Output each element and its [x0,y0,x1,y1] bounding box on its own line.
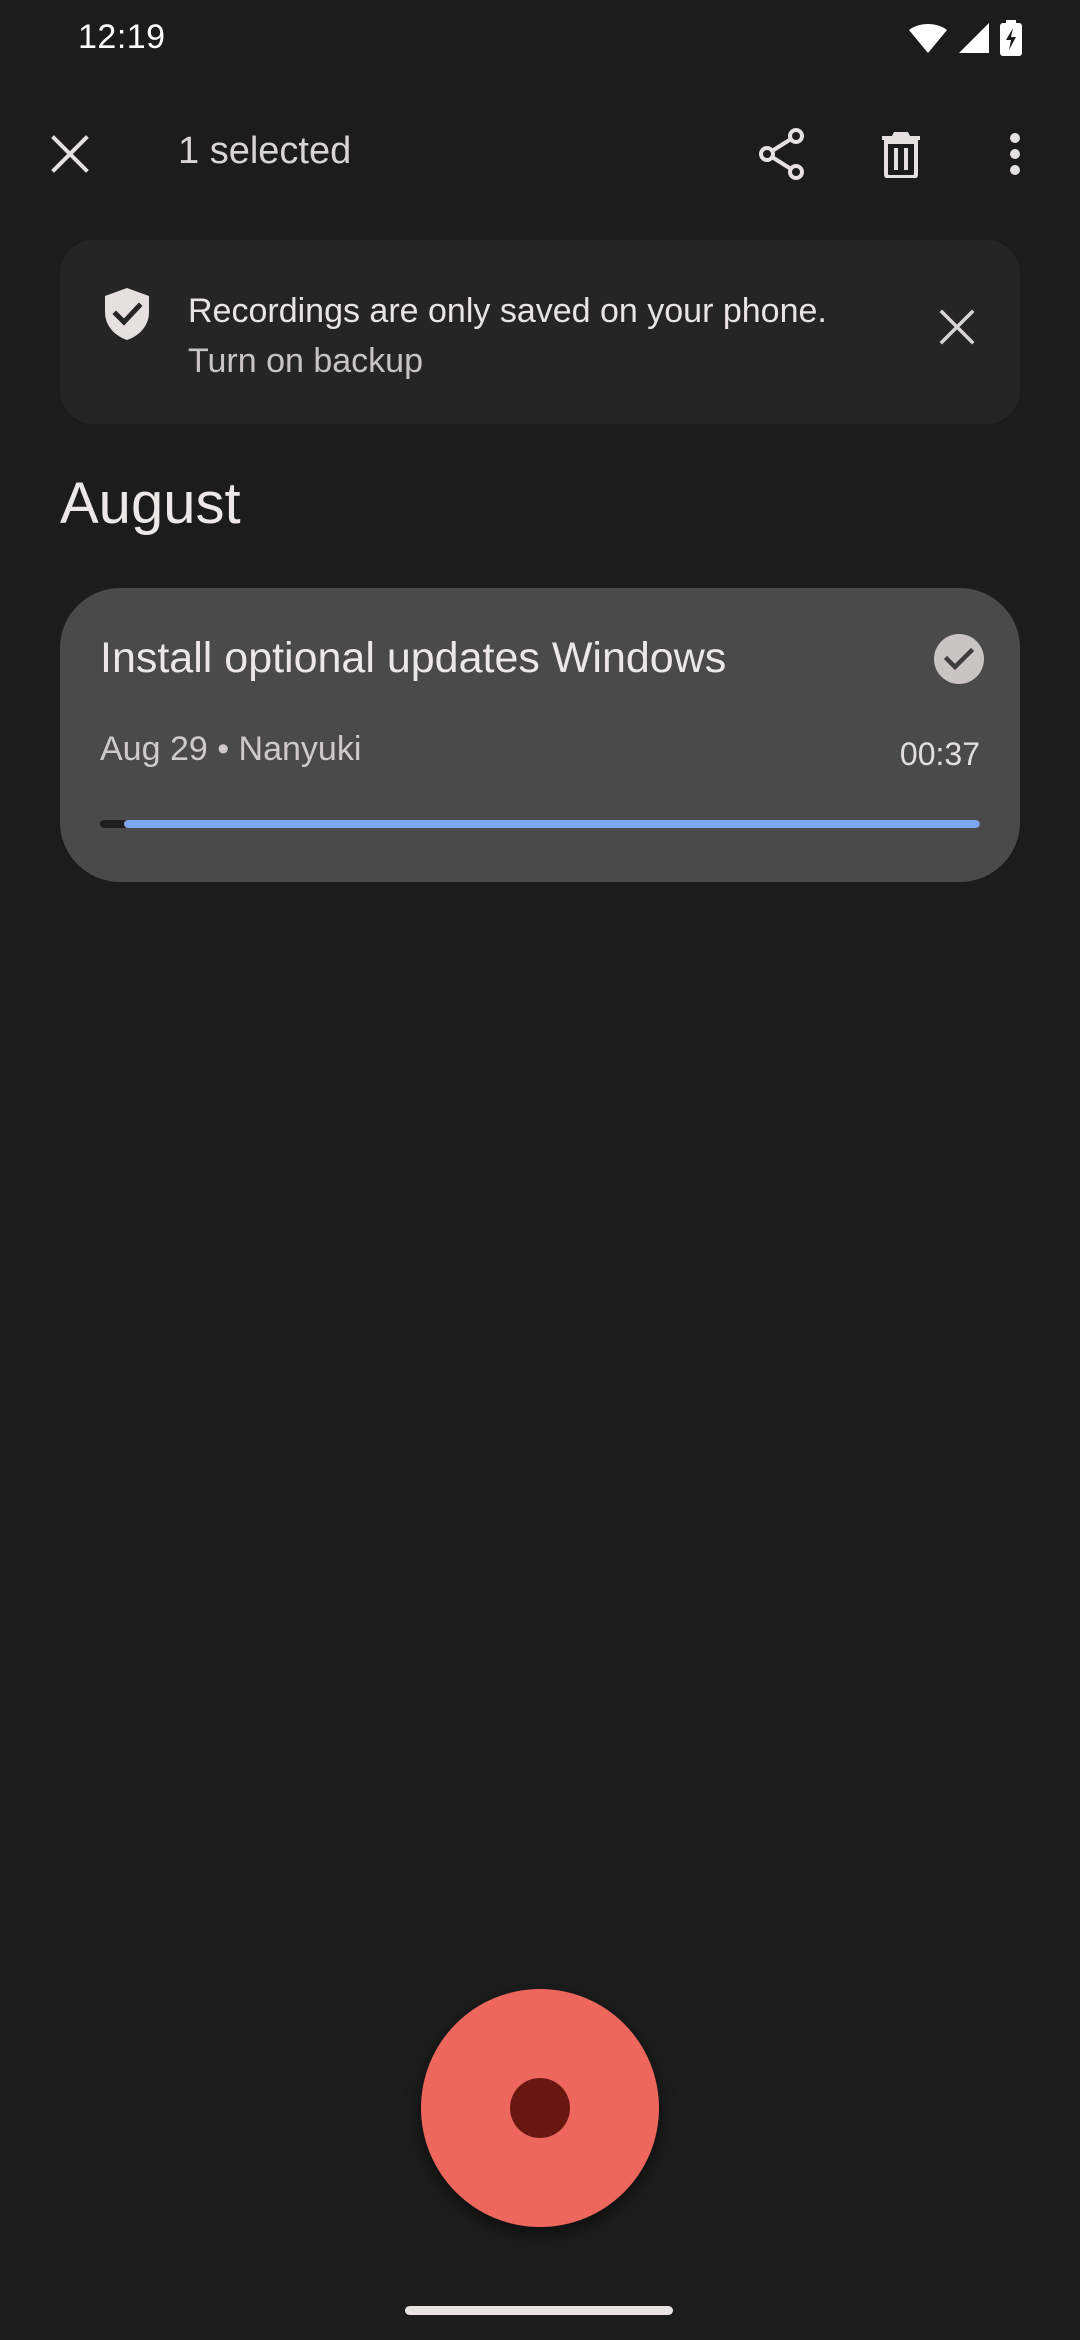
recording-title: Install optional updates Windows [100,634,727,682]
close-selection-button[interactable] [30,114,110,194]
record-icon [510,2078,570,2138]
battery-charging-icon [1000,20,1022,56]
selection-count-title: 1 selected [178,130,352,172]
selected-check-icon[interactable] [934,634,984,684]
playback-progress-track[interactable] [100,820,980,828]
turn-on-backup-link[interactable]: Turn on backup [188,336,827,386]
wifi-icon [909,24,947,53]
status-time: 12:19 [78,18,166,56]
checkmark-icon [944,647,974,671]
recording-date-location: Aug 29 • Nanyuki [100,730,362,768]
month-section-title: August [60,471,241,536]
banner-text: Recordings are only saved on your phone.… [188,286,827,386]
delete-button[interactable] [861,114,941,194]
shield-check-icon [105,288,149,340]
playback-progress-fill [123,820,980,828]
share-icon [759,128,804,180]
close-icon [51,135,89,173]
banner-message: Recordings are only saved on your phone. [188,292,827,330]
screen: 12:19 1 selected Recordings are only sav… [0,0,1080,2340]
more-vert-icon [1010,133,1020,175]
cell-signal-icon [959,23,989,53]
banner-dismiss-button[interactable] [922,292,992,362]
record-button[interactable] [421,1989,659,2227]
backup-banner: Recordings are only saved on your phone.… [60,240,1020,424]
status-bar: 12:19 [0,0,1080,80]
more-options-button[interactable] [975,114,1055,194]
share-button[interactable] [742,114,822,194]
app-bar: 1 selected [0,110,1080,200]
recording-card[interactable]: Install optional updates Windows Aug 29 … [60,588,1020,882]
delete-icon [882,132,920,178]
gesture-navigation-bar[interactable] [405,2306,673,2315]
recording-duration: 00:37 [899,736,980,772]
close-icon [939,309,975,345]
status-icons [908,20,1022,56]
